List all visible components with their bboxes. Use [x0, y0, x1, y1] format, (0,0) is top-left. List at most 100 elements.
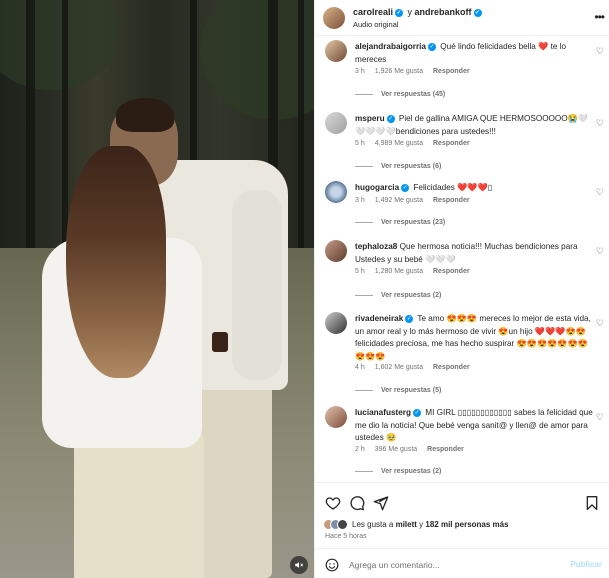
comment-username[interactable]: tephaloza8	[355, 242, 397, 251]
speaker-muted-icon	[295, 562, 304, 568]
comment-username[interactable]: alejandrabaigorria	[355, 42, 426, 51]
comment-likes[interactable]: 396 Me gusta	[375, 446, 417, 453]
view-replies-label: Ver respuestas (2)	[381, 468, 442, 475]
reply-button[interactable]: Responder	[433, 364, 470, 371]
comment-time: 5 h	[355, 140, 365, 147]
post-video[interactable]	[0, 0, 314, 578]
like-comment-heart-icon[interactable]: ♡	[596, 318, 604, 329]
commenter-avatar[interactable]	[325, 112, 347, 134]
reply-button[interactable]: Responder	[433, 197, 470, 204]
comment-meta: 3 h 1,492 Me gusta Responder	[355, 197, 480, 204]
comment-likes[interactable]: 1,926 Me gusta	[375, 68, 423, 75]
comment-text: alejandrabaigorria ✓ Qué lindo felicidade…	[355, 41, 593, 66]
verified-icon: ✓	[405, 314, 414, 323]
audio-label[interactable]: Audio original	[353, 20, 398, 29]
foliage	[200, 0, 314, 120]
reply-button[interactable]: Responder	[433, 68, 470, 75]
man-hair	[116, 98, 174, 132]
like-comment-heart-icon[interactable]: ♡	[596, 46, 604, 57]
verified-icon: ✓	[412, 408, 421, 417]
comment-meta: 5 h 1,280 Me gusta Responder	[355, 268, 480, 275]
view-replies-button[interactable]: Ver respuestas (45)	[355, 91, 445, 98]
likes-prefix: Les gusta a	[352, 520, 396, 529]
comment-likes[interactable]: 1,280 Me gusta	[375, 268, 423, 275]
comment-meta: 4 h 1,602 Me gusta Responder	[355, 364, 480, 371]
view-replies-label: Ver respuestas (23)	[381, 219, 446, 226]
comment-time: 3 h	[355, 68, 365, 75]
verified-icon: ✓	[395, 8, 404, 17]
comment-time: 4 h	[355, 364, 365, 371]
view-replies-label: Ver respuestas (2)	[381, 292, 442, 299]
comments-list: alejandrabaigorria ✓ Qué lindo felicidade…	[315, 36, 609, 482]
coauthor-username[interactable]: andrebankoff	[415, 7, 472, 17]
commenter-avatar[interactable]	[325, 312, 347, 334]
like-comment-heart-icon[interactable]: ♡	[596, 412, 604, 423]
reply-button[interactable]: Responder	[427, 446, 464, 453]
comment-text: rivadeneirak ✓ Te amo 😍😍😍 mereces lo mejo…	[355, 313, 593, 363]
post-authors: carolreali ✓ y andrebankoff ✓	[353, 7, 484, 17]
comment-likes[interactable]: 1,602 Me gusta	[375, 364, 423, 371]
verified-icon: ✓	[428, 42, 436, 51]
authors-connector: y	[405, 7, 415, 17]
reply-button[interactable]: Responder	[433, 140, 470, 147]
post-side-panel: carolreali ✓ y andrebankoff ✓ Audio origin…	[314, 0, 609, 578]
add-comment-input[interactable]	[349, 557, 559, 573]
comment-text: msperu ✓ Piel de gallina AMIGA QUE HERMOS…	[355, 113, 593, 138]
woman-pants	[74, 430, 204, 578]
view-replies-label: Ver respuestas (5)	[381, 387, 442, 394]
view-replies-button[interactable]: Ver respuestas (5)	[355, 387, 441, 394]
view-replies-button[interactable]: Ver respuestas (6)	[355, 163, 441, 170]
like-comment-heart-icon[interactable]: ♡	[596, 187, 604, 198]
verified-icon: ✓	[473, 8, 482, 17]
comment-text: hugogarcia ✓ Felicidades ❤️❤️❤️▯	[355, 182, 593, 195]
comment-username[interactable]: hugogarcia	[355, 183, 399, 192]
comment-likes[interactable]: 4,989 Me gusta	[375, 140, 423, 147]
likes-summary: Les gusta a milett y 182 mil personas má…	[323, 519, 509, 530]
comment-body: Felicidades ❤️❤️❤️▯	[413, 183, 493, 192]
commenter-avatar[interactable]	[325, 406, 347, 428]
post-time[interactable]: Hace 5 horas	[325, 533, 367, 540]
foliage	[0, 0, 120, 90]
author-avatar[interactable]	[323, 7, 345, 29]
comment-time: 2 h	[355, 446, 365, 453]
commenter-avatar[interactable]	[325, 40, 347, 62]
post-actions-bar	[315, 482, 609, 518]
comment-meta: 3 h 1,926 Me gusta Responder	[355, 68, 480, 75]
verified-icon: ✓	[401, 183, 410, 192]
comment-meta: 5 h 4,989 Me gusta Responder	[355, 140, 480, 147]
post-header: carolreali ✓ y andrebankoff ✓ Audio origin…	[315, 0, 609, 36]
like-comment-heart-icon[interactable]: ♡	[596, 246, 604, 257]
comment-time: 3 h	[355, 197, 365, 204]
view-replies-button[interactable]: Ver respuestas (23)	[355, 219, 445, 226]
share-send-icon[interactable]	[373, 495, 389, 511]
like-heart-icon[interactable]	[325, 495, 341, 511]
view-replies-button[interactable]: Ver respuestas (2)	[355, 468, 441, 475]
liker-username[interactable]: milett	[396, 520, 417, 529]
emoji-icon[interactable]	[325, 558, 339, 572]
comment-meta: 2 h 396 Me gusta Responder	[355, 446, 474, 453]
view-replies-button[interactable]: Ver respuestas (2)	[355, 292, 441, 299]
author-username[interactable]: carolreali	[353, 7, 393, 17]
like-comment-heart-icon[interactable]: ♡	[596, 118, 604, 129]
reply-button[interactable]: Responder	[433, 268, 470, 275]
mute-button[interactable]	[290, 556, 308, 574]
comment-username[interactable]: lucianafusterg	[355, 408, 411, 417]
likes-count[interactable]: 182 mil personas más	[425, 520, 508, 529]
more-options-icon[interactable]: •••	[594, 10, 605, 24]
comment-text: lucianafusterg ✓ MI GIRL ▯▯▯▯▯▯▯▯▯▯▯▯ sab…	[355, 407, 593, 445]
comment-username[interactable]: msperu	[355, 114, 385, 123]
view-replies-label: Ver respuestas (6)	[381, 163, 442, 170]
comment-likes[interactable]: 1,492 Me gusta	[375, 197, 423, 204]
add-comment-bar: Publicar	[315, 548, 609, 578]
wristwatch	[212, 332, 228, 352]
comment-text: tephaloza8 Que hermosa noticia!!! Muchas…	[355, 241, 593, 266]
publish-button[interactable]: Publicar	[570, 560, 602, 569]
man-arm	[232, 190, 282, 380]
bookmark-icon[interactable]	[584, 495, 600, 511]
commenter-avatar[interactable]	[325, 181, 347, 203]
comment-username[interactable]: rivadeneirak	[355, 314, 403, 323]
commenter-avatar[interactable]	[325, 240, 347, 262]
comment-time: 5 h	[355, 268, 365, 275]
liker-avatar[interactable]	[337, 519, 348, 530]
comment-bubble-icon[interactable]	[349, 495, 365, 511]
